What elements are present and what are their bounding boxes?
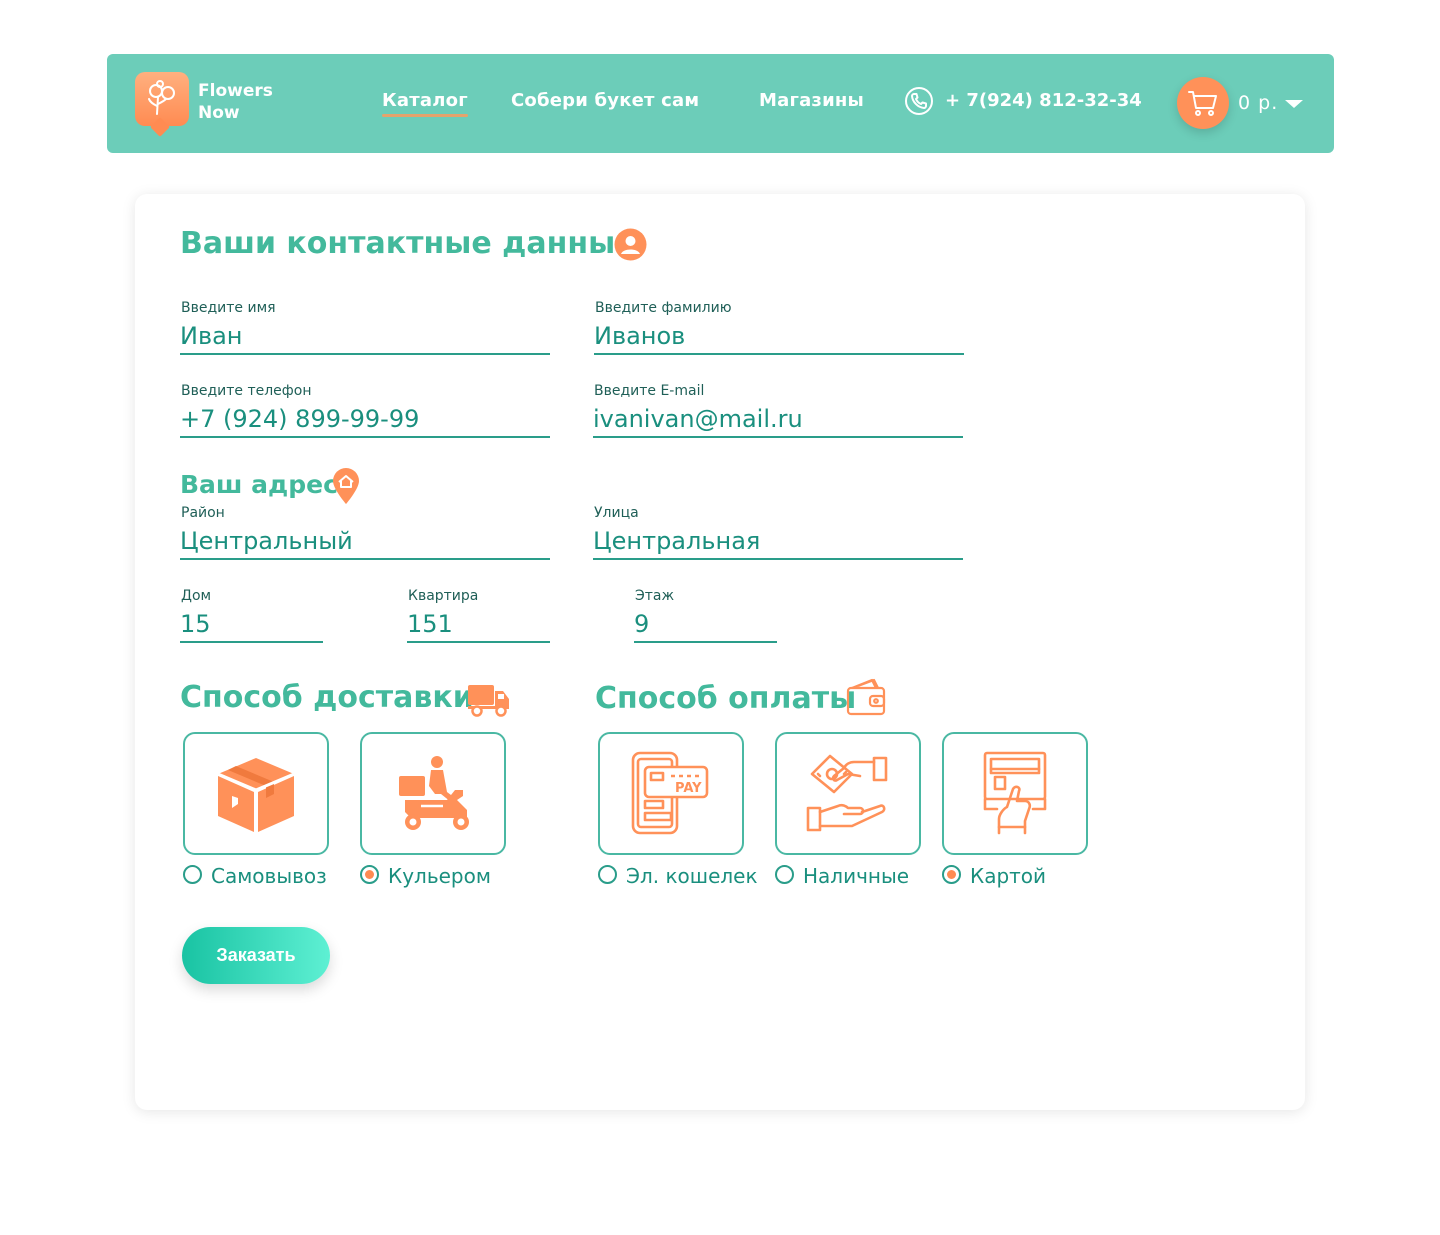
chevron-down-icon[interactable] (1285, 100, 1303, 108)
delivery-label-pickup[interactable]: Самовывоз (211, 864, 327, 888)
nav-shops[interactable]: Магазины (759, 90, 864, 111)
payment-option-ewallet[interactable]: PAY (598, 732, 744, 855)
phone-label: Введите телефон (181, 383, 312, 399)
district-field[interactable]: Район Центральный (180, 505, 550, 560)
top-navbar: Flowers Now Каталог Собери букет сам Маг… (107, 54, 1334, 153)
cart-total[interactable]: 0 р. (1238, 92, 1278, 114)
delivery-radio-pickup[interactable] (183, 865, 202, 884)
delivery-label-courier[interactable]: Кульером (388, 864, 491, 888)
brand-line-1: Flowers (198, 81, 273, 101)
delivery-option-pickup[interactable] (183, 732, 329, 855)
first-name-field[interactable]: Введите имя Иван (180, 300, 550, 355)
district-value[interactable]: Центральный (180, 527, 353, 555)
mobile-pay-icon: PAY (631, 751, 709, 834)
payment-option-card[interactable] (942, 732, 1088, 855)
truck-icon (468, 685, 509, 717)
order-button[interactable]: Заказать (182, 927, 330, 984)
location-home-icon (333, 468, 359, 504)
last-name-label: Введите фамилию (595, 300, 732, 316)
email-label: Введите E-mail (594, 383, 705, 399)
cart-icon (1188, 91, 1217, 116)
delivery-radio-courier[interactable] (360, 865, 379, 884)
payment-radio-cash[interactable] (775, 865, 794, 884)
house-field[interactable]: Дом 15 (180, 588, 323, 643)
apartment-field[interactable]: Квартира 151 (407, 588, 550, 643)
last-name-field[interactable]: Введите фамилию Иванов (594, 300, 964, 355)
floor-field[interactable]: Этаж 9 (634, 588, 777, 643)
payment-radio-ewallet[interactable] (598, 865, 617, 884)
contacts-title-text: Ваши контактные данные (180, 226, 636, 261)
last-name-value[interactable]: Иванов (594, 322, 685, 350)
header-phone[interactable]: + 7(924) 812-32-34 (945, 90, 1142, 111)
payment-option-cash[interactable] (775, 732, 921, 855)
flower-logo-icon (148, 80, 175, 115)
apartment-label: Квартира (408, 588, 479, 604)
email-field[interactable]: Введите E-mail ivanivan@mail.ru (593, 383, 963, 438)
apartment-value[interactable]: 151 (407, 610, 453, 638)
payment-label-ewallet[interactable]: Эл. кошелек (626, 864, 758, 888)
first-name-value[interactable]: Иван (180, 322, 243, 350)
nav-build-bouquet[interactable]: Собери букет сам (511, 90, 699, 111)
street-field[interactable]: Улица Центральная (593, 505, 963, 560)
cart-button[interactable] (1177, 77, 1229, 129)
phone-icon[interactable] (904, 86, 934, 116)
box-icon (217, 757, 295, 832)
house-label: Дом (181, 588, 212, 604)
contacts-title: Ваши контактные данные (180, 226, 636, 261)
payment-label-cash[interactable]: Наличные (803, 864, 909, 888)
card-terminal-icon (983, 751, 1047, 834)
logo-tail (150, 117, 170, 137)
wallet-icon (846, 678, 886, 716)
floor-value[interactable]: 9 (634, 610, 649, 638)
brand-name[interactable]: Flowers Now (198, 80, 273, 124)
district-label: Район (181, 505, 225, 521)
delivery-option-courier[interactable] (360, 732, 506, 855)
phone-value[interactable]: +7 (924) 899-99-99 (180, 405, 419, 433)
house-value[interactable]: 15 (180, 610, 211, 638)
user-icon (614, 228, 647, 261)
svg-text:PAY: PAY (675, 781, 702, 796)
street-value[interactable]: Центральная (593, 527, 760, 555)
payment-title: Способ оплаты (595, 681, 857, 716)
order-form-card: Ваши контактные данные Введите имя Иван … (135, 194, 1305, 1110)
delivery-title: Способ доставки (180, 680, 474, 715)
payment-label-card[interactable]: Картой (970, 864, 1046, 888)
email-value[interactable]: ivanivan@mail.ru (593, 405, 803, 433)
payment-radio-card[interactable] (942, 865, 961, 884)
address-title: Ваш адрес (180, 470, 338, 499)
courier-scooter-icon (399, 755, 469, 830)
page: Flowers Now Каталог Собери букет сам Маг… (0, 0, 1440, 1235)
nav-catalog[interactable]: Каталог (382, 90, 468, 117)
first-name-label: Введите имя (181, 300, 276, 316)
street-label: Улица (594, 505, 639, 521)
brand-line-2: Now (198, 103, 240, 123)
phone-field[interactable]: Введите телефон +7 (924) 899-99-99 (180, 383, 550, 438)
logo[interactable] (135, 72, 189, 137)
floor-label: Этаж (635, 588, 675, 604)
cash-hands-icon (806, 754, 888, 831)
